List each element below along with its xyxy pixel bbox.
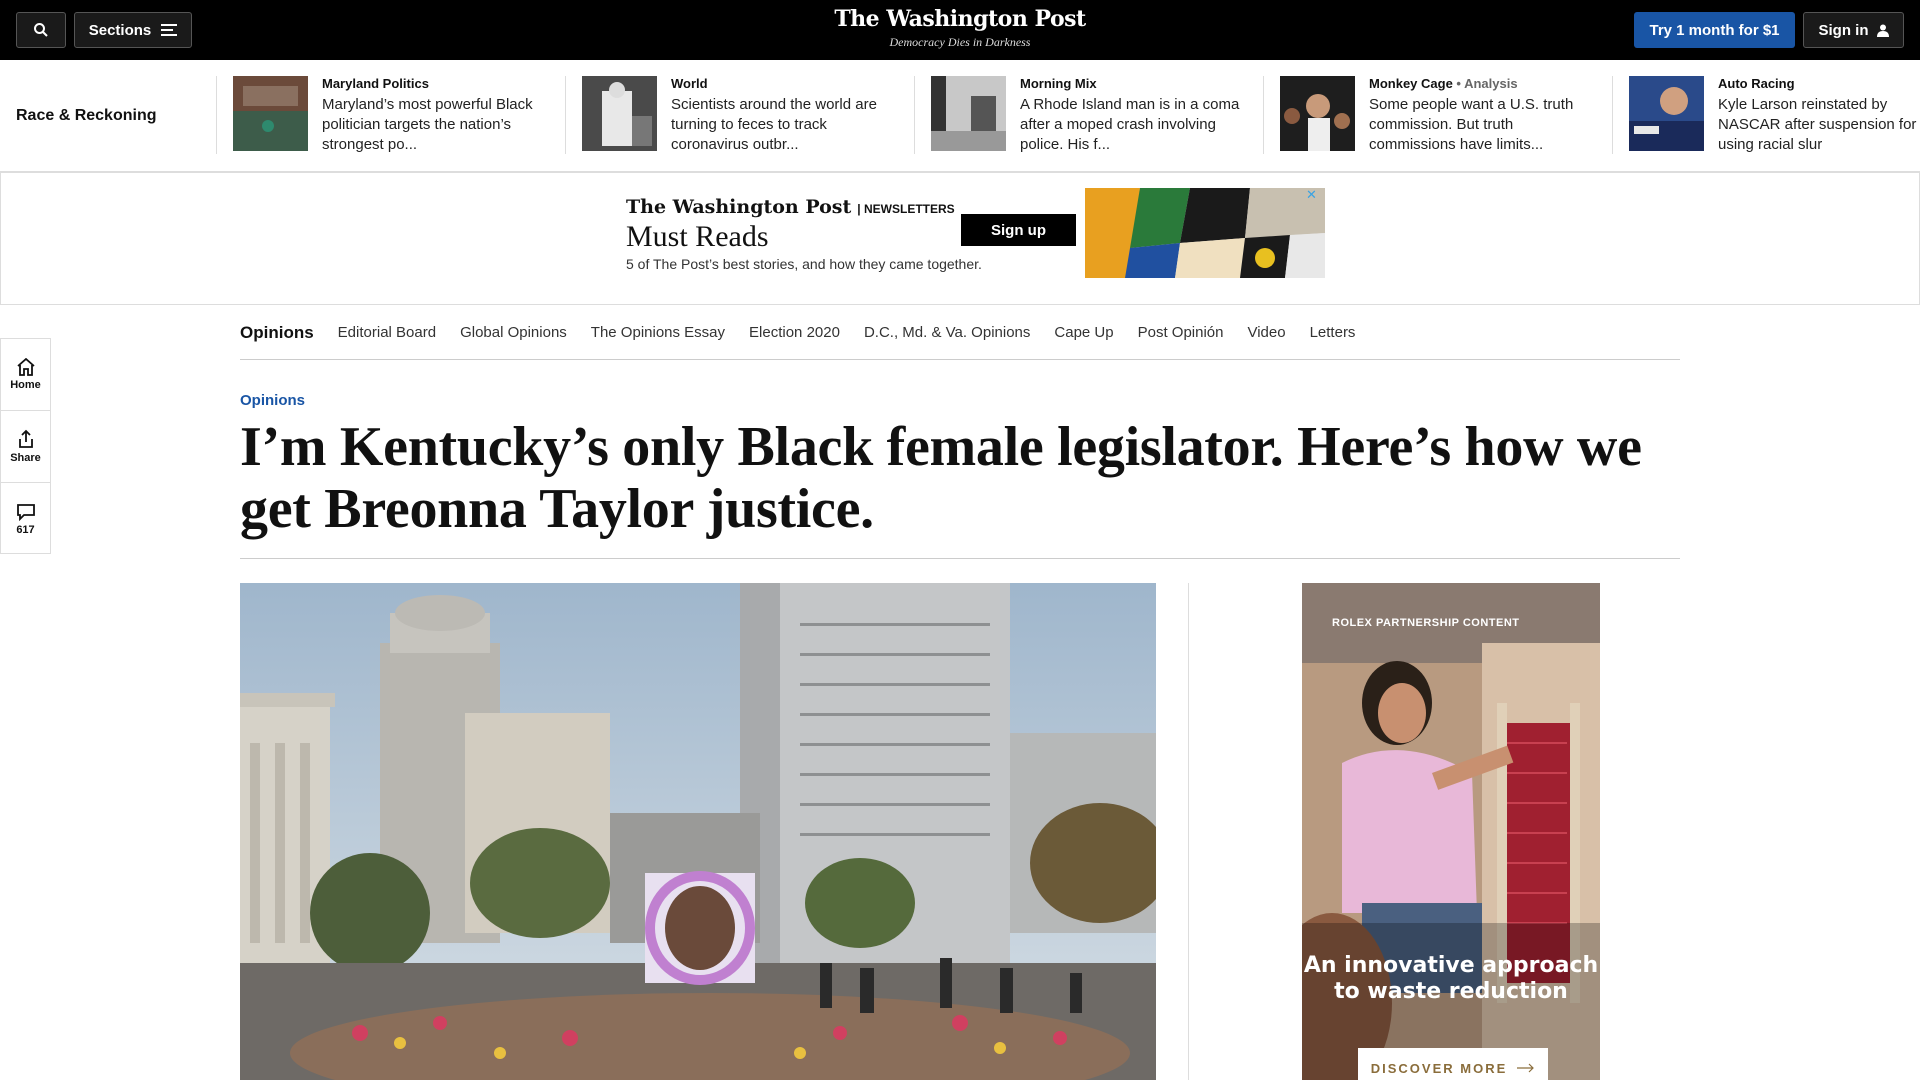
opinions-nav-item[interactable]: Global Opinions bbox=[460, 323, 567, 341]
strip-title[interactable]: Race & Reckoning bbox=[16, 107, 156, 125]
story-headline: Kyle Larson reinstated by NASCAR after s… bbox=[1718, 96, 1917, 153]
rolex-ad[interactable]: ROLEX PARTNERSHIP CONTENT An innovative … bbox=[1302, 583, 1600, 1080]
strip-story[interactable]: Morning Mix A Rhode Island man is in a c… bbox=[931, 76, 1242, 156]
story-kicker: World bbox=[671, 76, 708, 91]
article-section-kicker[interactable]: Opinions bbox=[240, 392, 305, 409]
home-label: Home bbox=[10, 379, 41, 391]
opinions-nav-main[interactable]: Opinions bbox=[240, 323, 314, 343]
story-headline: Some people want a U.S. truth commission… bbox=[1369, 96, 1574, 153]
close-icon[interactable]: ✕ bbox=[1306, 187, 1317, 203]
analysis-label: • Analysis bbox=[1452, 76, 1518, 91]
search-icon bbox=[34, 23, 48, 37]
comments-action[interactable]: 617 bbox=[1, 483, 50, 555]
discover-more-label: DISCOVER MORE bbox=[1370, 1060, 1508, 1076]
newsletter-subtitle: 5 of The Post’s best stories, and how th… bbox=[626, 256, 982, 272]
divider bbox=[1612, 76, 1613, 154]
newsletter-logo-name: The Washington Post bbox=[626, 196, 852, 218]
logo-name: The Washington Post bbox=[834, 6, 1086, 32]
sign-in-button[interactable]: Sign in bbox=[1803, 12, 1904, 48]
newsletter-section: | NEWSLETTERS bbox=[857, 202, 955, 216]
opinions-nav-item[interactable]: Video bbox=[1247, 323, 1285, 341]
divider bbox=[565, 76, 566, 154]
discover-more-button[interactable]: DISCOVER MORE bbox=[1358, 1048, 1548, 1080]
story-kicker: Maryland Politics bbox=[322, 76, 429, 91]
menu-icon bbox=[161, 24, 178, 36]
comments-count: 617 bbox=[16, 523, 35, 536]
share-icon bbox=[18, 429, 33, 448]
story-headline: Scientists around the world are turning … bbox=[671, 96, 877, 153]
home-action[interactable]: Home bbox=[1, 339, 50, 411]
race-reckoning-strip: Race & Reckoning Maryland Politics Maryl… bbox=[0, 60, 1920, 172]
strip-story[interactable]: Maryland Politics Maryland’s most powerf… bbox=[233, 76, 544, 156]
divider bbox=[1188, 583, 1189, 1080]
opinions-nav-item[interactable]: The Opinions Essay bbox=[591, 323, 725, 341]
article-headline: I’m Kentucky’s only Black female legisla… bbox=[240, 416, 1642, 540]
sections-label: Sections bbox=[88, 21, 152, 39]
ad-sponsor-tag: ROLEX PARTNERSHIP CONTENT bbox=[1332, 617, 1520, 629]
article-hero-image bbox=[240, 583, 1156, 1080]
newsletter-collage-image bbox=[1085, 188, 1325, 278]
newsletter-logo: The Washington Post | NEWSLETTERS bbox=[626, 196, 955, 218]
divider bbox=[1263, 76, 1264, 154]
story-thumbnail bbox=[1629, 76, 1704, 151]
story-headline: A Rhode Island man is in a coma after a … bbox=[1020, 96, 1240, 153]
newsletter-signup-button[interactable]: Sign up bbox=[961, 214, 1076, 246]
opinions-nav-item[interactable]: Letters bbox=[1310, 323, 1356, 341]
newsletter-title: Must Reads bbox=[626, 220, 769, 253]
opinions-nav-item[interactable]: D.C., Md. & Va. Opinions bbox=[864, 323, 1030, 341]
opinions-nav-item[interactable]: Cape Up bbox=[1054, 323, 1113, 341]
newsletter-ad[interactable]: The Washington Post | NEWSLETTERS Must Re… bbox=[626, 188, 1325, 278]
user-icon bbox=[1876, 24, 1889, 37]
divider bbox=[240, 558, 1680, 559]
divider bbox=[914, 76, 915, 154]
story-kicker: Auto Racing bbox=[1718, 76, 1795, 91]
top-bar: Sections The Washington Post Democracy D… bbox=[0, 0, 1920, 60]
arrow-right-icon bbox=[1517, 1063, 1535, 1073]
story-kicker: Monkey Cage • Analysis bbox=[1369, 76, 1591, 91]
site-logo[interactable]: The Washington Post Democracy Dies in Da… bbox=[760, 6, 1160, 50]
share-label: Share bbox=[10, 452, 41, 464]
share-action[interactable]: Share bbox=[1, 411, 50, 483]
sections-button[interactable]: Sections bbox=[74, 12, 192, 48]
story-kicker: Morning Mix bbox=[1020, 76, 1097, 91]
strip-story[interactable]: Auto Racing Kyle Larson reinstated by NA… bbox=[1629, 76, 1920, 156]
opinions-subnav: Opinions Editorial Board Global Opinions… bbox=[240, 313, 1680, 360]
logo-tagline: Democracy Dies in Darkness bbox=[889, 35, 1031, 49]
opinions-nav-item[interactable]: Election 2020 bbox=[749, 323, 840, 341]
article-action-rail: Home Share 617 bbox=[0, 338, 51, 554]
strip-story[interactable]: World Scientists around the world are tu… bbox=[582, 76, 893, 156]
strip-story[interactable]: Monkey Cage • Analysis Some people want … bbox=[1280, 76, 1591, 156]
story-kicker-text: Monkey Cage bbox=[1369, 76, 1453, 91]
ad-promo-text: An innovative approach to waste reductio… bbox=[1303, 953, 1599, 1004]
home-icon bbox=[16, 358, 35, 376]
opinions-nav-item[interactable]: Editorial Board bbox=[338, 323, 436, 341]
story-thumbnail bbox=[931, 76, 1006, 151]
story-headline: Maryland’s most powerful Black politicia… bbox=[322, 96, 533, 153]
newsletter-ad-banner: The Washington Post | NEWSLETTERS Must Re… bbox=[0, 172, 1920, 305]
divider bbox=[216, 76, 217, 154]
sign-in-label: Sign in bbox=[1818, 21, 1869, 39]
story-thumbnail bbox=[582, 76, 657, 151]
comment-icon bbox=[16, 503, 35, 521]
story-thumbnail bbox=[233, 76, 308, 151]
subscribe-button[interactable]: Try 1 month for $1 bbox=[1634, 12, 1795, 48]
story-thumbnail bbox=[1280, 76, 1355, 151]
ad-image bbox=[1302, 583, 1600, 1080]
opinions-nav-item[interactable]: Post Opinión bbox=[1138, 323, 1224, 341]
search-button[interactable] bbox=[16, 12, 66, 48]
